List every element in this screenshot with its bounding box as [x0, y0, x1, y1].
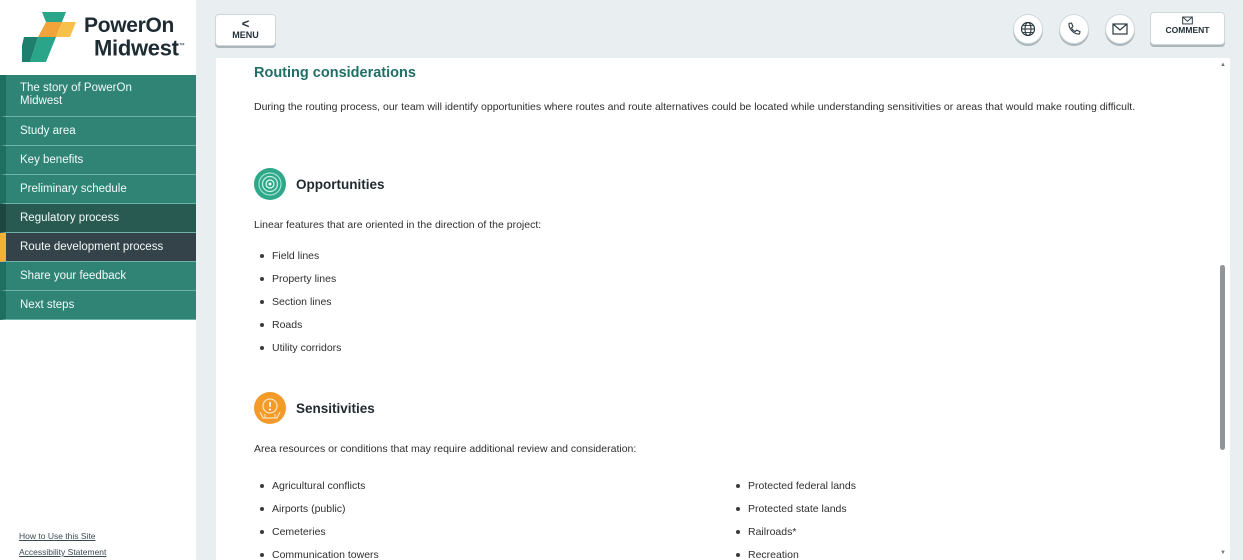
- sidebar-item-regulatory-process[interactable]: Regulatory process: [0, 204, 196, 233]
- sidebar-item-key-benefits[interactable]: Key benefits: [0, 146, 196, 175]
- sidebar-item-study-area[interactable]: Study area: [0, 117, 196, 146]
- list-item: Protected state lands: [734, 501, 856, 524]
- list-item: Agricultural conflicts: [258, 478, 379, 501]
- list-item: Airports (public): [258, 501, 379, 524]
- brand-logo[interactable]: PowerOn Midwest™: [0, 0, 196, 74]
- list-item: Utility corridors: [258, 340, 341, 363]
- phone-icon: [1068, 22, 1081, 35]
- how-to-use-link[interactable]: How to Use this Site: [19, 528, 106, 544]
- content-panel: Routing considerations During the routin…: [216, 58, 1230, 560]
- sidebar: PowerOn Midwest™ The story of PowerOn Mi…: [0, 0, 196, 560]
- list-item: Cemeteries: [258, 524, 379, 547]
- language-button[interactable]: [1013, 14, 1043, 44]
- sidebar-item-next-steps[interactable]: Next steps: [0, 291, 196, 320]
- mail-icon: [1112, 23, 1128, 35]
- comment-button[interactable]: COMMENT: [1150, 12, 1225, 45]
- opportunities-list: Field lines Property lines Section lines…: [258, 248, 341, 363]
- globe-icon: [1020, 21, 1036, 37]
- sidebar-footer: How to Use this Site Accessibility State…: [19, 528, 106, 560]
- sensitivities-heading: Sensitivities: [254, 392, 375, 424]
- page-title: Routing considerations: [254, 65, 416, 81]
- poweron-logo-icon: [18, 10, 78, 64]
- list-item: Property lines: [258, 271, 341, 294]
- sidebar-item-preliminary-schedule[interactable]: Preliminary schedule: [0, 175, 196, 204]
- opportunities-title: Opportunities: [296, 176, 385, 192]
- list-item: Railroads*: [734, 524, 856, 547]
- scrollbar-thumb[interactable]: [1220, 265, 1225, 450]
- sidebar-item-route-development[interactable]: Route development process: [0, 233, 196, 262]
- accessibility-statement-link[interactable]: Accessibility Statement: [19, 544, 106, 560]
- sidebar-item-story[interactable]: The story of PowerOn Midwest: [0, 75, 196, 117]
- list-item: Field lines: [258, 248, 341, 271]
- comment-label: COMMENT: [1165, 25, 1210, 35]
- sidebar-nav: The story of PowerOn Midwest Study area …: [0, 75, 196, 320]
- chevron-left-icon: <: [241, 16, 250, 31]
- sensitivities-list-col1: Agricultural conflicts Airports (public)…: [258, 478, 379, 560]
- trademark-mark: ™: [178, 43, 185, 50]
- warning-icon: [254, 392, 286, 424]
- sidebar-item-share-feedback[interactable]: Share your feedback: [0, 262, 196, 291]
- list-item: Protected federal lands: [734, 478, 856, 501]
- list-item: Communication towers: [258, 547, 379, 560]
- target-icon: [254, 168, 286, 200]
- opportunities-heading: Opportunities: [254, 168, 385, 200]
- intro-paragraph: During the routing process, our team wil…: [254, 101, 1136, 113]
- sensitivities-title: Sensitivities: [296, 400, 375, 416]
- menu-label: MENU: [232, 30, 259, 40]
- opportunities-description: Linear features that are oriented in the…: [254, 219, 542, 231]
- scroll-down-arrow-icon[interactable]: ▼: [1220, 550, 1226, 556]
- list-item: Section lines: [258, 294, 341, 317]
- scroll-up-arrow-icon[interactable]: ▲: [1220, 62, 1226, 68]
- sensitivities-description: Area resources or conditions that may re…: [254, 443, 637, 455]
- brand-name-line2: Midwest: [94, 35, 179, 61]
- list-item: Roads: [258, 317, 341, 340]
- mail-icon: [1182, 16, 1193, 25]
- sensitivities-list-col2: Protected federal lands Protected state …: [734, 478, 856, 560]
- menu-button[interactable]: < MENU: [215, 14, 276, 46]
- brand-name-line1: PowerOn: [84, 14, 175, 38]
- email-button[interactable]: [1105, 14, 1135, 44]
- brand-name: PowerOn Midwest™: [84, 14, 185, 61]
- list-item: Recreation: [734, 547, 856, 560]
- phone-button[interactable]: [1059, 14, 1089, 44]
